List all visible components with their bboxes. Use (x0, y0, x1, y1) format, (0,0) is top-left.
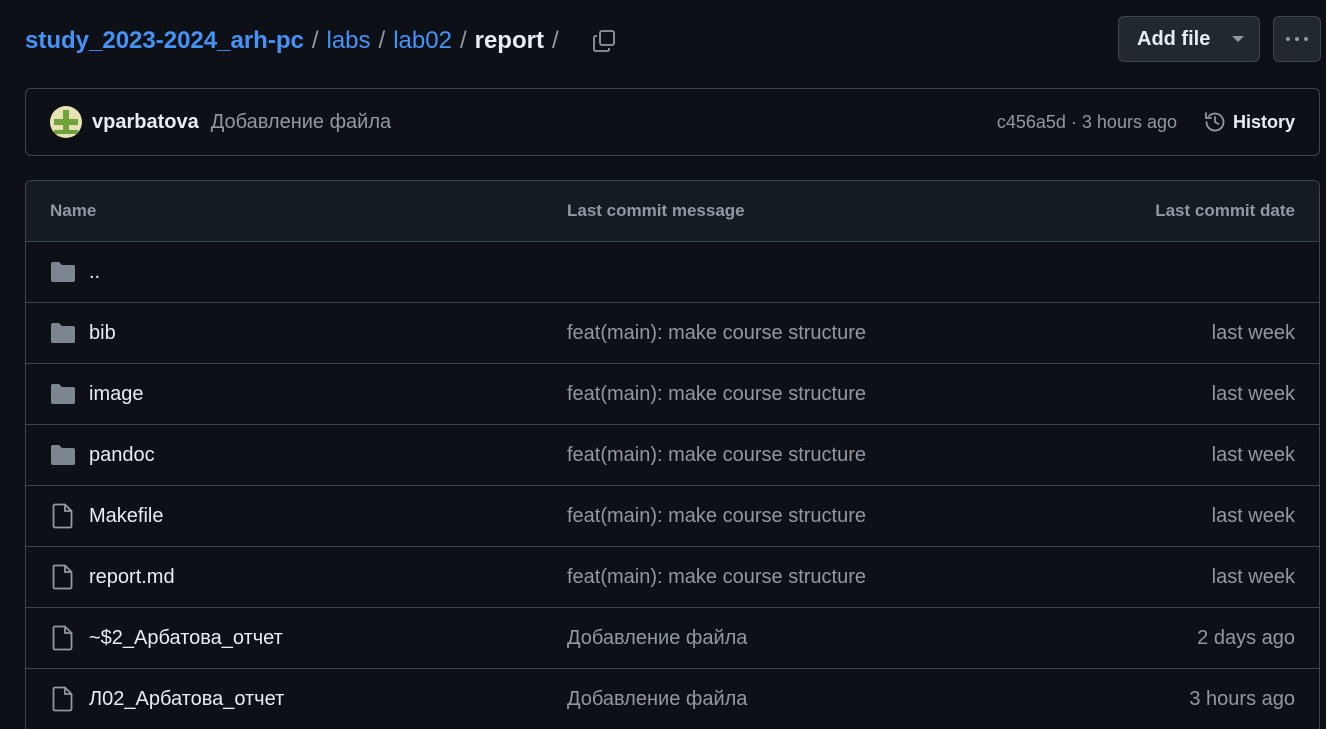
commit-message-link[interactable]: feat(main): make course structure (567, 505, 866, 528)
header-last-commit-message: Last commit message (567, 201, 745, 220)
commit-message-link[interactable]: Добавление файла (211, 111, 391, 134)
breadcrumb: study_2023-2024_arh-pc / labs / lab02 / … (25, 26, 619, 56)
file-name-link[interactable]: ~$2_Арбатова_отчет (89, 627, 283, 650)
add-file-label: Add file (1137, 27, 1211, 50)
latest-commit-bar: vparbatova Добавление файла c456a5d · 3 … (25, 88, 1320, 156)
breadcrumb-folder-labs-link[interactable]: labs (327, 26, 371, 56)
avatar[interactable] (50, 106, 82, 138)
file-name-link[interactable]: pandoc (89, 444, 155, 467)
parent-directory-row[interactable]: .. (26, 242, 1319, 303)
breadcrumb-repo-link[interactable]: study_2023-2024_arh-pc (25, 26, 304, 56)
history-button[interactable]: History (1203, 110, 1295, 134)
more-options-button[interactable] (1273, 16, 1321, 62)
table-row[interactable]: Л02_Арбатова_отчет Добавление файла 3 hour… (26, 669, 1319, 729)
kebab-horizontal-icon (1286, 37, 1290, 41)
table-row[interactable]: pandoc feat(main): make course structure l… (26, 425, 1319, 486)
table-row[interactable]: Makefile feat(main): make course structur… (26, 486, 1319, 547)
table-row[interactable]: image feat(main): make course structure la… (26, 364, 1319, 425)
directory-header: study_2023-2024_arh-pc / labs / lab02 / … (25, 16, 1321, 66)
file-rows: bib feat(main): make course structure last… (26, 303, 1319, 729)
table-row[interactable]: bib feat(main): make course structure last… (26, 303, 1319, 364)
commit-date: 3 hours ago (1189, 687, 1295, 710)
commit-message-link[interactable]: Добавление файла (567, 688, 747, 711)
commit-date: last week (1211, 504, 1295, 527)
add-file-button[interactable]: Add file (1118, 16, 1260, 62)
commit-date: last week (1211, 382, 1295, 405)
breadcrumb-separator: / (378, 27, 386, 54)
commit-author-link[interactable]: vparbatova (92, 111, 199, 134)
file-name-link[interactable]: bib (89, 322, 116, 345)
table-header: Name Last commit message Last commit dat… (26, 181, 1319, 242)
commit-message-link[interactable]: Добавление файла (567, 627, 747, 650)
file-name-link[interactable]: image (89, 383, 143, 406)
file-icon (50, 625, 76, 651)
breadcrumb-separator: / (459, 27, 467, 54)
commit-meta: c456a5d · 3 hours ago History (997, 110, 1295, 134)
folder-icon (50, 259, 76, 285)
file-table: Name Last commit message Last commit dat… (25, 180, 1320, 729)
file-name-link[interactable]: Л02_Арбатова_отчет (89, 688, 284, 711)
breadcrumb-trailing-separator: / (551, 27, 559, 54)
copy-path-button[interactable] (589, 26, 619, 56)
chevron-down-icon (1232, 36, 1245, 42)
commit-meta-separator: · (1065, 111, 1082, 132)
commit-sha-link[interactable]: c456a5d (997, 112, 1066, 133)
folder-icon (50, 442, 76, 468)
folder-icon (50, 381, 76, 407)
commit-date: 2 days ago (1197, 626, 1295, 649)
commit-date: last week (1211, 565, 1295, 588)
folder-icon (50, 320, 76, 346)
file-icon (50, 686, 76, 712)
parent-directory-link[interactable]: .. (89, 261, 100, 284)
breadcrumb-separator: / (311, 27, 319, 54)
breadcrumb-current-folder: report (474, 27, 544, 54)
file-name-link[interactable]: Makefile (89, 505, 163, 528)
breadcrumb-folder-lab02-link[interactable]: lab02 (393, 26, 452, 56)
header-last-commit-date: Last commit date (1155, 201, 1295, 220)
commit-message-link[interactable]: feat(main): make course structure (567, 566, 866, 589)
repo-directory-page: study_2023-2024_arh-pc / labs / lab02 / … (0, 0, 1326, 729)
file-icon (50, 503, 76, 529)
copy-icon (592, 30, 615, 52)
history-icon (1205, 112, 1225, 132)
commit-date: last week (1211, 321, 1295, 344)
file-icon (50, 564, 76, 590)
commit-message-link[interactable]: feat(main): make course structure (567, 383, 866, 406)
commit-time: 3 hours ago (1081, 111, 1177, 132)
commit-date: last week (1211, 443, 1295, 466)
table-row[interactable]: ~$2_Арбатова_отчет Добавление файла 2 days… (26, 608, 1319, 669)
history-label: History (1232, 111, 1295, 132)
commit-message-link[interactable]: feat(main): make course structure (567, 444, 866, 467)
table-row[interactable]: report.md feat(main): make course structu… (26, 547, 1319, 608)
commit-message-link[interactable]: feat(main): make course structure (567, 322, 866, 345)
header-name: Name (50, 201, 97, 220)
file-name-link[interactable]: report.md (89, 566, 175, 589)
